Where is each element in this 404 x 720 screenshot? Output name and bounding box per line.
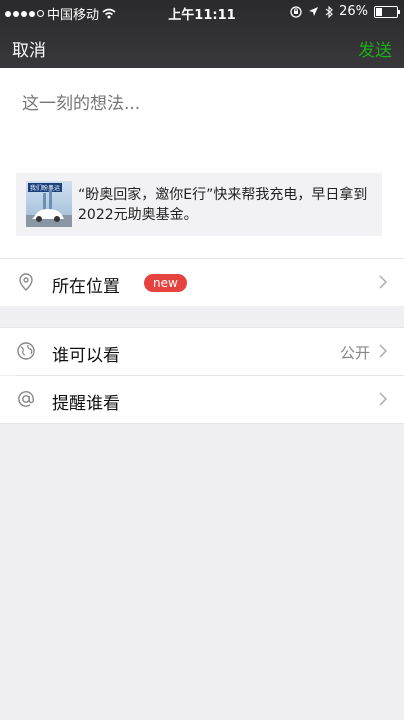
- location-row[interactable]: 所在位置 new: [0, 259, 404, 306]
- mention-label: 提醒谁看: [52, 394, 120, 414]
- location-label: 所在位置: [52, 277, 120, 297]
- send-button[interactable]: 发送: [358, 36, 392, 61]
- compose-area: 我们盼奥运 “盼奥回家，邀你E行”快来帮我充电，早日拿到2022元助奥基金。: [0, 68, 404, 258]
- chevron-right-icon: [379, 275, 388, 289]
- thought-input[interactable]: [20, 88, 384, 120]
- globe-icon: [17, 342, 35, 360]
- battery-percent: 26%: [339, 4, 368, 19]
- shared-link-thumbnail: 我们盼奥运: [26, 181, 72, 227]
- mention-row[interactable]: 提醒谁看: [0, 376, 404, 423]
- divider: [0, 423, 404, 424]
- location-pin-icon: [19, 273, 33, 291]
- privacy-value: 公开: [339, 344, 370, 362]
- status-bar: 中国移动 上午11:11 26%: [0, 0, 404, 24]
- location-arrow-icon: [309, 7, 319, 16]
- at-icon: [18, 391, 34, 407]
- status-right: 26%: [290, 4, 400, 19]
- privacy-label: 谁可以看: [52, 346, 120, 366]
- battery-icon: [374, 5, 400, 18]
- privacy-row[interactable]: 谁可以看 公开: [0, 328, 404, 375]
- chevron-right-icon: [379, 344, 388, 358]
- bluetooth-icon: [325, 5, 333, 18]
- rotation-lock-icon: [290, 5, 302, 18]
- cancel-button[interactable]: 取消: [12, 36, 46, 61]
- car-icon: [26, 190, 72, 227]
- shared-link-text: “盼奥回家，邀你E行”快来帮我充电，早日拿到2022元助奥基金。: [78, 187, 368, 223]
- top-bar: 中国移动 上午11:11 26% 取消 发送: [0, 0, 404, 68]
- chevron-right-icon: [379, 392, 388, 406]
- navigation-bar: 取消 发送: [0, 24, 404, 68]
- shared-link-card[interactable]: 我们盼奥运 “盼奥回家，邀你E行”快来帮我充电，早日拿到2022元助奥基金。: [16, 173, 382, 236]
- new-badge: new: [144, 274, 187, 292]
